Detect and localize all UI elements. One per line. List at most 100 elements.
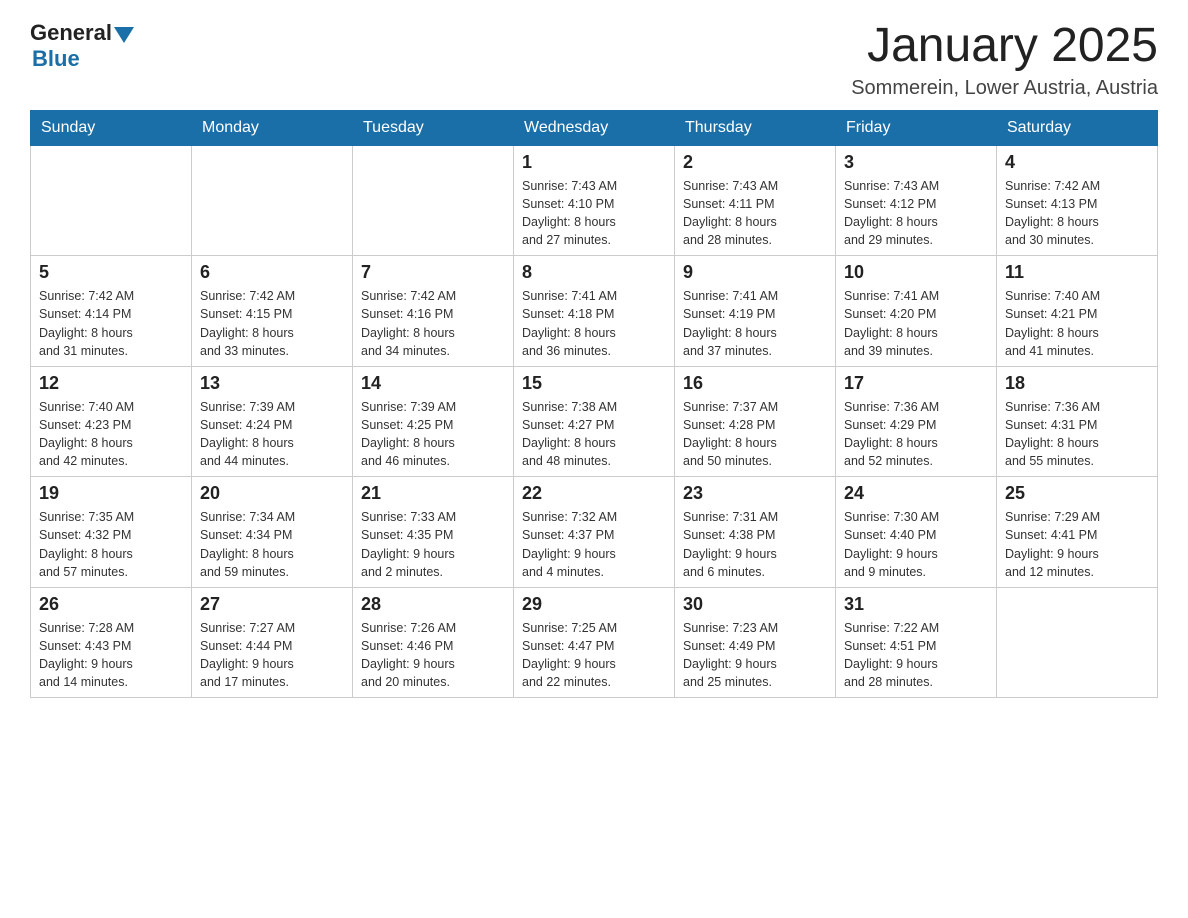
day-info: Sunrise: 7:42 AM Sunset: 4:15 PM Dayligh…	[200, 287, 344, 360]
calendar-cell: 1 Sunrise: 7:43 AM Sunset: 4:10 PM Daylig…	[514, 145, 675, 256]
day-info: Sunrise: 7:38 AM Sunset: 4:27 PM Dayligh…	[522, 398, 666, 471]
day-info: Sunrise: 7:30 AM Sunset: 4:40 PM Dayligh…	[844, 508, 988, 581]
day-number: 30	[683, 594, 827, 615]
day-number: 5	[39, 262, 183, 283]
day-info: Sunrise: 7:29 AM Sunset: 4:41 PM Dayligh…	[1005, 508, 1149, 581]
day-number: 23	[683, 483, 827, 504]
calendar-cell: 6 Sunrise: 7:42 AM Sunset: 4:15 PM Daylig…	[192, 256, 353, 367]
calendar-cell: 11Sunrise: 7:40 AM Sunset: 4:21 PM Dayli…	[997, 256, 1158, 367]
column-header-sunday: Sunday	[31, 110, 192, 145]
calendar-cell: 18Sunrise: 7:36 AM Sunset: 4:31 PM Dayli…	[997, 366, 1158, 477]
calendar-cell	[997, 587, 1158, 698]
logo-triangle-icon	[114, 27, 134, 43]
day-number: 12	[39, 373, 183, 394]
day-number: 8	[522, 262, 666, 283]
day-info: Sunrise: 7:41 AM Sunset: 4:20 PM Dayligh…	[844, 287, 988, 360]
calendar-cell	[353, 145, 514, 256]
calendar-cell: 9 Sunrise: 7:41 AM Sunset: 4:19 PM Daylig…	[675, 256, 836, 367]
calendar-cell	[192, 145, 353, 256]
day-number: 7	[361, 262, 505, 283]
day-number: 10	[844, 262, 988, 283]
day-info: Sunrise: 7:42 AM Sunset: 4:13 PM Dayligh…	[1005, 177, 1149, 250]
calendar-cell: 19 Sunrise: 7:35 AM Sunset: 4:32 PM Dayli…	[31, 477, 192, 588]
day-number: 3	[844, 152, 988, 173]
day-number: 24	[844, 483, 988, 504]
day-info: Sunrise: 7:23 AM Sunset: 4:49 PM Dayligh…	[683, 619, 827, 692]
day-info: Sunrise: 7:22 AM Sunset: 4:51 PM Dayligh…	[844, 619, 988, 692]
day-number: 21	[361, 483, 505, 504]
calendar-cell: 23 Sunrise: 7:31 AM Sunset: 4:38 PM Dayli…	[675, 477, 836, 588]
calendar-week-row: 12Sunrise: 7:40 AM Sunset: 4:23 PM Dayli…	[31, 366, 1158, 477]
day-info: Sunrise: 7:36 AM Sunset: 4:29 PM Dayligh…	[844, 398, 988, 471]
calendar-cell: 2 Sunrise: 7:43 AM Sunset: 4:11 PM Daylig…	[675, 145, 836, 256]
day-number: 1	[522, 152, 666, 173]
calendar-cell: 14 Sunrise: 7:39 AM Sunset: 4:25 PM Dayli…	[353, 366, 514, 477]
logo: General Blue	[30, 20, 134, 72]
day-info: Sunrise: 7:33 AM Sunset: 4:35 PM Dayligh…	[361, 508, 505, 581]
calendar-week-row: 1 Sunrise: 7:43 AM Sunset: 4:10 PM Daylig…	[31, 145, 1158, 256]
month-title: January 2025	[851, 20, 1158, 73]
calendar-week-row: 26 Sunrise: 7:28 AM Sunset: 4:43 PM Dayli…	[31, 587, 1158, 698]
day-number: 27	[200, 594, 344, 615]
column-header-saturday: Saturday	[997, 110, 1158, 145]
calendar-cell: 3 Sunrise: 7:43 AM Sunset: 4:12 PM Daylig…	[836, 145, 997, 256]
calendar-cell: 5 Sunrise: 7:42 AM Sunset: 4:14 PM Daylig…	[31, 256, 192, 367]
day-number: 2	[683, 152, 827, 173]
day-info: Sunrise: 7:43 AM Sunset: 4:11 PM Dayligh…	[683, 177, 827, 250]
calendar-cell: 10 Sunrise: 7:41 AM Sunset: 4:20 PM Dayli…	[836, 256, 997, 367]
calendar-cell: 30 Sunrise: 7:23 AM Sunset: 4:49 PM Dayli…	[675, 587, 836, 698]
column-header-thursday: Thursday	[675, 110, 836, 145]
day-info: Sunrise: 7:42 AM Sunset: 4:16 PM Dayligh…	[361, 287, 505, 360]
day-info: Sunrise: 7:37 AM Sunset: 4:28 PM Dayligh…	[683, 398, 827, 471]
calendar-week-row: 19 Sunrise: 7:35 AM Sunset: 4:32 PM Dayli…	[31, 477, 1158, 588]
day-info: Sunrise: 7:28 AM Sunset: 4:43 PM Dayligh…	[39, 619, 183, 692]
day-info: Sunrise: 7:26 AM Sunset: 4:46 PM Dayligh…	[361, 619, 505, 692]
column-header-friday: Friday	[836, 110, 997, 145]
day-info: Sunrise: 7:34 AM Sunset: 4:34 PM Dayligh…	[200, 508, 344, 581]
calendar-cell: 17Sunrise: 7:36 AM Sunset: 4:29 PM Dayli…	[836, 366, 997, 477]
calendar-cell: 20 Sunrise: 7:34 AM Sunset: 4:34 PM Dayli…	[192, 477, 353, 588]
calendar-cell: 4 Sunrise: 7:42 AM Sunset: 4:13 PM Daylig…	[997, 145, 1158, 256]
day-number: 19	[39, 483, 183, 504]
day-info: Sunrise: 7:40 AM Sunset: 4:21 PM Dayligh…	[1005, 287, 1149, 360]
calendar-cell: 15 Sunrise: 7:38 AM Sunset: 4:27 PM Dayli…	[514, 366, 675, 477]
calendar-cell: 29Sunrise: 7:25 AM Sunset: 4:47 PM Dayli…	[514, 587, 675, 698]
day-number: 9	[683, 262, 827, 283]
calendar-cell: 24 Sunrise: 7:30 AM Sunset: 4:40 PM Dayli…	[836, 477, 997, 588]
calendar-cell: 31Sunrise: 7:22 AM Sunset: 4:51 PM Dayli…	[836, 587, 997, 698]
day-number: 13	[200, 373, 344, 394]
calendar-cell: 28Sunrise: 7:26 AM Sunset: 4:46 PM Dayli…	[353, 587, 514, 698]
day-info: Sunrise: 7:31 AM Sunset: 4:38 PM Dayligh…	[683, 508, 827, 581]
calendar-cell: 13 Sunrise: 7:39 AM Sunset: 4:24 PM Dayli…	[192, 366, 353, 477]
day-info: Sunrise: 7:39 AM Sunset: 4:25 PM Dayligh…	[361, 398, 505, 471]
day-number: 15	[522, 373, 666, 394]
day-info: Sunrise: 7:43 AM Sunset: 4:12 PM Dayligh…	[844, 177, 988, 250]
logo-blue-text: Blue	[32, 46, 80, 72]
day-number: 4	[1005, 152, 1149, 173]
column-header-wednesday: Wednesday	[514, 110, 675, 145]
day-info: Sunrise: 7:35 AM Sunset: 4:32 PM Dayligh…	[39, 508, 183, 581]
day-number: 26	[39, 594, 183, 615]
day-info: Sunrise: 7:43 AM Sunset: 4:10 PM Dayligh…	[522, 177, 666, 250]
calendar-cell: 26 Sunrise: 7:28 AM Sunset: 4:43 PM Dayli…	[31, 587, 192, 698]
calendar-table: SundayMondayTuesdayWednesdayThursdayFrid…	[30, 110, 1158, 699]
day-number: 20	[200, 483, 344, 504]
calendar-cell: 16Sunrise: 7:37 AM Sunset: 4:28 PM Dayli…	[675, 366, 836, 477]
day-info: Sunrise: 7:41 AM Sunset: 4:18 PM Dayligh…	[522, 287, 666, 360]
column-header-tuesday: Tuesday	[353, 110, 514, 145]
day-number: 6	[200, 262, 344, 283]
logo-general-text: General	[30, 20, 112, 46]
calendar-cell	[31, 145, 192, 256]
day-info: Sunrise: 7:41 AM Sunset: 4:19 PM Dayligh…	[683, 287, 827, 360]
day-info: Sunrise: 7:42 AM Sunset: 4:14 PM Dayligh…	[39, 287, 183, 360]
calendar-cell: 12Sunrise: 7:40 AM Sunset: 4:23 PM Dayli…	[31, 366, 192, 477]
calendar-cell: 25Sunrise: 7:29 AM Sunset: 4:41 PM Dayli…	[997, 477, 1158, 588]
calendar-cell: 8 Sunrise: 7:41 AM Sunset: 4:18 PM Daylig…	[514, 256, 675, 367]
day-number: 22	[522, 483, 666, 504]
day-info: Sunrise: 7:27 AM Sunset: 4:44 PM Dayligh…	[200, 619, 344, 692]
day-number: 29	[522, 594, 666, 615]
calendar-week-row: 5 Sunrise: 7:42 AM Sunset: 4:14 PM Daylig…	[31, 256, 1158, 367]
calendar-cell: 7 Sunrise: 7:42 AM Sunset: 4:16 PM Daylig…	[353, 256, 514, 367]
day-number: 14	[361, 373, 505, 394]
day-info: Sunrise: 7:39 AM Sunset: 4:24 PM Dayligh…	[200, 398, 344, 471]
